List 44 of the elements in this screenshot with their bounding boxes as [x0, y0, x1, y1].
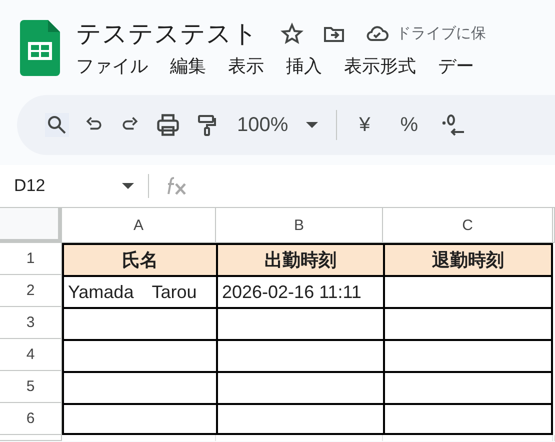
table-cell[interactable]: 退勤時刻	[383, 243, 553, 275]
table-cell[interactable]	[216, 403, 383, 435]
row-header[interactable]: 2	[0, 275, 62, 307]
paint-roller-icon[interactable]	[195, 112, 219, 138]
percent-button[interactable]: %	[392, 114, 426, 136]
menu-item[interactable]: 挿入	[286, 54, 322, 78]
name-box[interactable]: D12	[0, 176, 148, 196]
table-cell[interactable]: 出勤時刻	[216, 243, 383, 275]
table-cell[interactable]	[62, 307, 216, 339]
table-cell[interactable]	[216, 307, 383, 339]
save-status: ドライブに保	[396, 24, 486, 43]
table-cell[interactable]	[383, 339, 553, 371]
currency-button[interactable]: ¥	[351, 114, 378, 136]
row-header[interactable]: 6	[0, 403, 62, 435]
menu-item[interactable]: 編集	[170, 54, 206, 78]
printer-icon[interactable]	[155, 112, 181, 138]
row-header[interactable]: 4	[0, 339, 62, 371]
table-cell[interactable]: 2026-02-16 11:11	[216, 275, 383, 307]
table-cell[interactable]	[216, 371, 383, 403]
menu-item[interactable]: ファイル	[76, 54, 148, 78]
table-cell[interactable]	[383, 307, 553, 339]
row-header[interactable]: 3	[0, 307, 62, 339]
caret-icon	[122, 183, 134, 189]
table-cell[interactable]	[62, 403, 216, 435]
table-cell[interactable]	[62, 339, 216, 371]
decrease-decimal-icon[interactable]	[440, 112, 466, 138]
star-icon[interactable]	[280, 22, 304, 46]
document-title[interactable]: テステステスト	[76, 17, 258, 50]
caret-icon	[306, 122, 318, 128]
menu-item[interactable]: 表示	[228, 54, 264, 78]
table-cell[interactable]	[383, 371, 553, 403]
zoom-dropdown[interactable]: 100%	[233, 114, 322, 136]
search-icon[interactable]	[45, 113, 69, 137]
table-cell[interactable]	[216, 339, 383, 371]
table-cell[interactable]	[383, 403, 553, 435]
row-header[interactable]: 5	[0, 371, 62, 403]
table-cell[interactable]	[62, 371, 216, 403]
menu-item[interactable]: デー	[438, 54, 474, 78]
spreadsheet-logo-icon[interactable]	[20, 20, 60, 76]
table-cell[interactable]: 氏名	[62, 243, 216, 275]
menu-item[interactable]: 表示形式	[344, 54, 416, 78]
table-cell[interactable]: Yamada Tarou	[62, 275, 216, 307]
table-cell[interactable]	[383, 275, 553, 307]
function-icon	[165, 176, 189, 196]
